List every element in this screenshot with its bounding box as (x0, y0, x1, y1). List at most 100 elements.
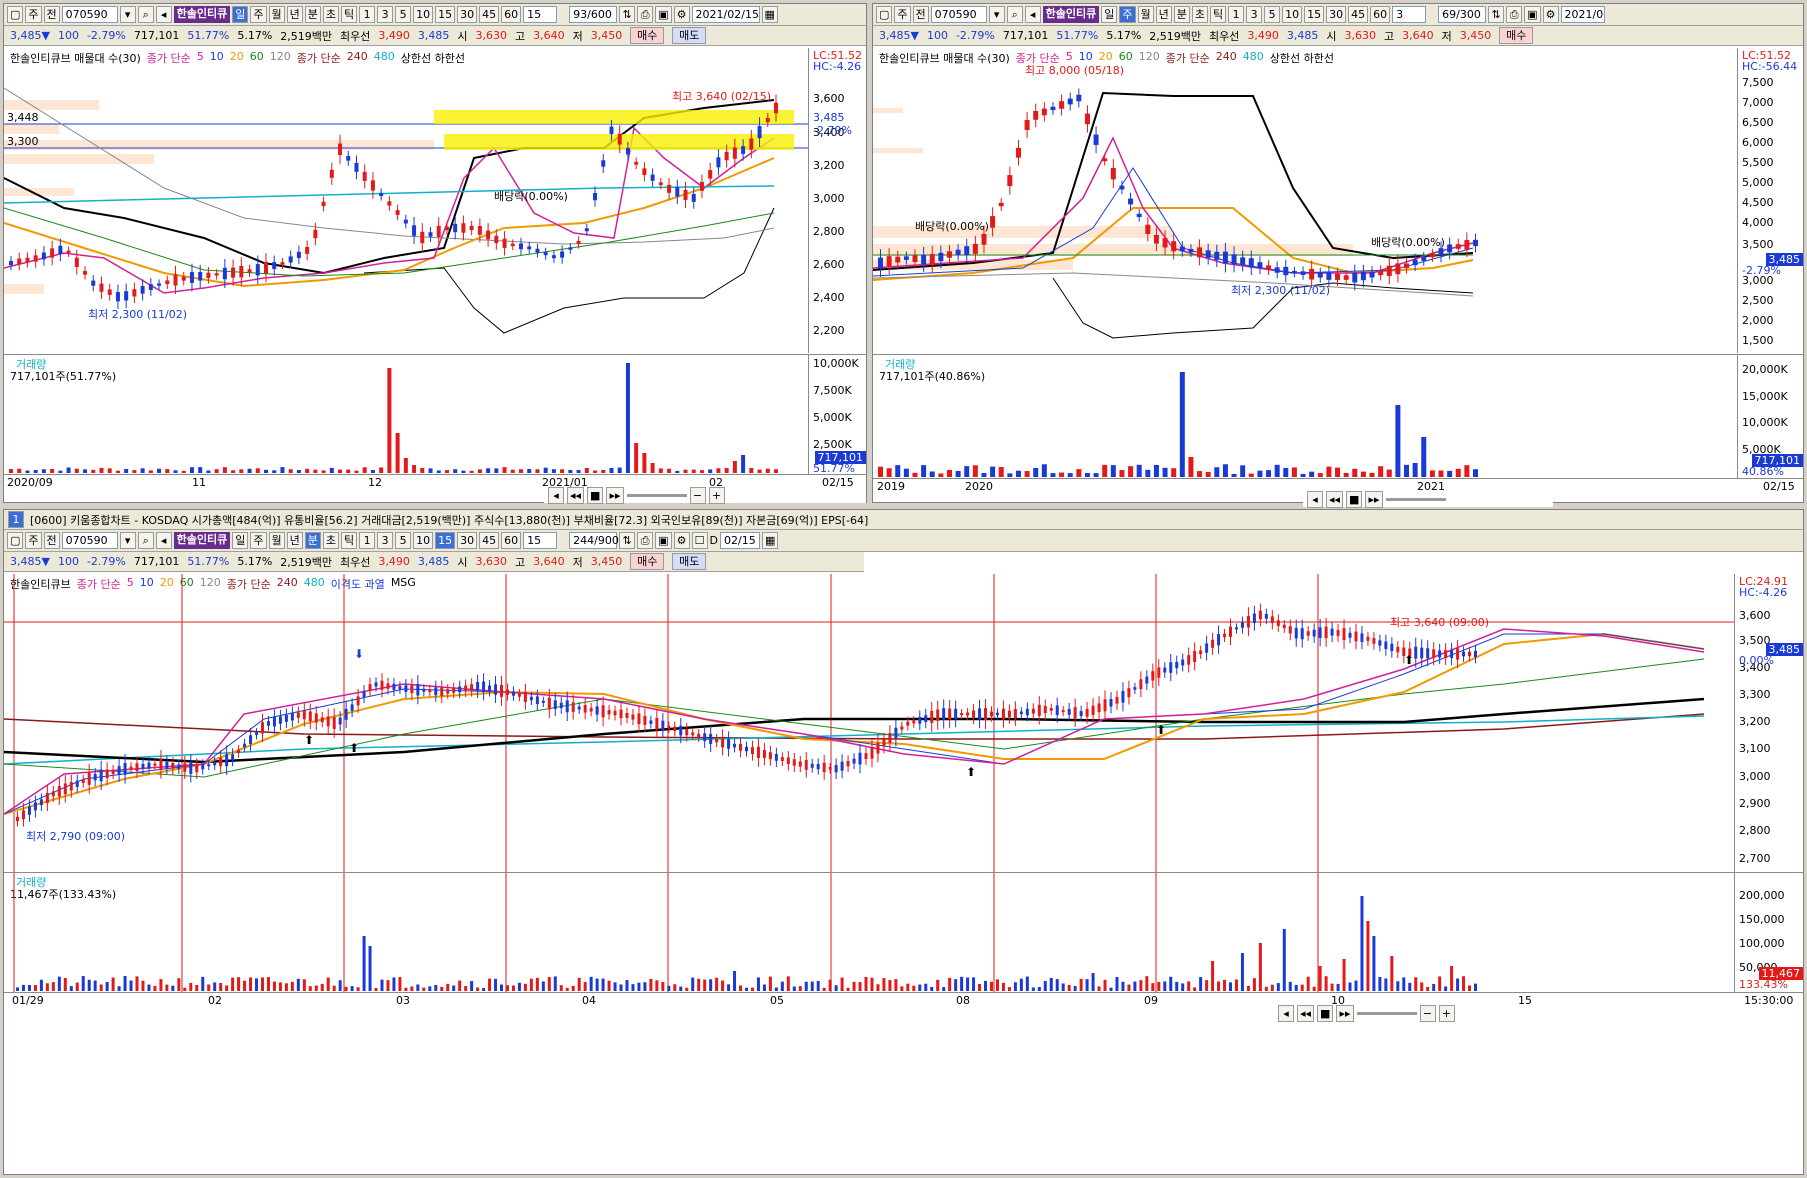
volume-plot[interactable]: 거래량 717,101주(51.77%) (4, 354, 808, 474)
scroll-left-icon[interactable]: ◂ (1307, 491, 1323, 508)
volume-plot[interactable]: 거래량 11,467주(133.43%) (4, 872, 1734, 992)
buy-button[interactable]: 매수 (1499, 27, 1534, 44)
period-week[interactable]: 주 (1119, 6, 1136, 23)
period-year[interactable]: 년 (1155, 6, 1172, 23)
num-60[interactable]: 60 (1370, 6, 1391, 23)
count-input[interactable]: 15 (523, 532, 558, 549)
stock-name[interactable]: 한솔인티큐 (1042, 6, 1100, 23)
stop-icon[interactable]: ■ (1317, 1005, 1334, 1022)
num-3[interactable]: 3 (377, 6, 394, 23)
num-15[interactable]: 15 (435, 532, 456, 549)
scroll-first-icon[interactable]: ◂◂ (567, 487, 585, 504)
dropdown-icon[interactable]: ▾ (988, 6, 1005, 23)
type-select[interactable]: 주 (25, 6, 42, 23)
period-month[interactable]: 월 (1137, 6, 1154, 23)
window-icon[interactable]: ▢ (876, 6, 893, 23)
period-month[interactable]: 월 (268, 532, 285, 549)
period-tick[interactable]: 틱 (341, 6, 358, 23)
print-icon[interactable]: ⎙ (1506, 6, 1523, 23)
stop-icon[interactable]: ■ (587, 487, 604, 504)
window-icon[interactable]: ▢ (7, 532, 24, 549)
d-checkbox[interactable]: ☐ (691, 532, 708, 549)
num-30[interactable]: 30 (1326, 6, 1347, 23)
period-day[interactable]: 일 (1101, 6, 1118, 23)
window-icon[interactable]: 1 (8, 511, 24, 528)
period-minute[interactable]: 분 (304, 6, 321, 23)
chart-tool-icon[interactable]: ⇅ (619, 6, 636, 23)
num-60[interactable]: 60 (501, 532, 522, 549)
scroll-controls[interactable]: ◂ ◂◂ ■ ▸▸ − + (544, 487, 866, 504)
plus-icon[interactable]: + (1438, 1005, 1455, 1022)
stop-icon[interactable]: ■ (1346, 491, 1363, 508)
chart-tool-icon[interactable]: ⇅ (619, 532, 636, 549)
code-input[interactable]: 070590 (930, 6, 987, 23)
range-input[interactable]: 244/900 (569, 532, 619, 549)
save-icon[interactable]: ▣ (655, 532, 672, 549)
period-day[interactable]: 일 (232, 532, 249, 549)
range-input[interactable]: 69/300 (1438, 6, 1487, 23)
chart-tool-icon[interactable]: ⇅ (1488, 6, 1505, 23)
count-input[interactable]: 3 (1392, 6, 1427, 23)
scroll-controls[interactable]: ◂ ◂◂ ■ ▸▸ − + (1274, 1005, 1654, 1022)
date-input[interactable]: 02/15 (720, 532, 761, 549)
minus-icon[interactable]: − (1419, 1005, 1436, 1022)
save-icon[interactable]: ▣ (655, 6, 672, 23)
dropdown-icon[interactable]: ▾ (119, 6, 136, 23)
jeon-button[interactable]: 전 (43, 6, 60, 23)
search-icon[interactable]: ⌕ (1006, 6, 1023, 23)
num-10[interactable]: 10 (1282, 6, 1303, 23)
num-5[interactable]: 5 (395, 532, 412, 549)
period-week[interactable]: 주 (250, 532, 267, 549)
num-15[interactable]: 15 (435, 6, 456, 23)
period-year[interactable]: 년 (286, 6, 303, 23)
scroll-controls[interactable]: ◂ ◂◂ ■ ▸▸ (1303, 491, 1553, 508)
num-30[interactable]: 30 (457, 6, 478, 23)
search-icon[interactable]: ⌕ (137, 6, 154, 23)
period-day[interactable]: 일 (232, 6, 249, 23)
stock-name[interactable]: 한솔인티큐 (173, 532, 231, 549)
search-icon[interactable]: ⌕ (137, 532, 154, 549)
period-second[interactable]: 초 (322, 532, 340, 549)
num-3[interactable]: 3 (377, 532, 394, 549)
save-icon[interactable]: ▣ (1524, 6, 1541, 23)
gear-icon[interactable]: ⚙ (673, 532, 690, 549)
window-icon[interactable]: ▢ (7, 6, 24, 23)
date-input[interactable]: 2021/0 (1560, 6, 1605, 23)
num-45[interactable]: 45 (479, 6, 500, 23)
scroll-next-icon[interactable]: ▸▸ (1365, 491, 1383, 508)
zoom-slider[interactable] (1356, 1012, 1417, 1015)
zoom-slider[interactable] (626, 494, 687, 497)
sell-button[interactable]: 매도 (672, 27, 707, 44)
num-15[interactable]: 15 (1304, 6, 1325, 23)
jeon-button[interactable]: 전 (912, 6, 929, 23)
price-plot[interactable]: 한솔인티큐브 종가 단순 5 10 20 60 120 종가 단순 240 48… (4, 574, 1734, 872)
code-input[interactable]: 070590 (61, 532, 118, 549)
stock-name[interactable]: 한솔인티큐 (173, 6, 231, 23)
num-45[interactable]: 45 (479, 532, 500, 549)
gear-icon[interactable]: ⚙ (673, 6, 690, 23)
num-3[interactable]: 3 (1246, 6, 1263, 23)
range-input[interactable]: 93/600 (569, 6, 618, 23)
num-1[interactable]: 1 (1228, 6, 1245, 23)
num-10[interactable]: 10 (413, 6, 434, 23)
period-second[interactable]: 초 (322, 6, 340, 23)
period-tick[interactable]: 틱 (1210, 6, 1227, 23)
dropdown-icon[interactable]: ▾ (119, 532, 136, 549)
plus-icon[interactable]: + (708, 487, 725, 504)
scroll-first-icon[interactable]: ◂◂ (1297, 1005, 1315, 1022)
num-10[interactable]: 10 (413, 532, 434, 549)
type-select[interactable]: 주 (25, 532, 42, 549)
speaker-icon[interactable]: ◂ (1024, 6, 1041, 23)
price-plot[interactable]: 한솔인티큐브 매물대 수(30) 종가 단순 5 10 20 60 120 종가… (4, 48, 808, 353)
print-icon[interactable]: ⎙ (637, 6, 654, 23)
count-input[interactable]: 15 (523, 6, 558, 23)
buy-button[interactable]: 매수 (630, 27, 665, 44)
buy-button[interactable]: 매수 (630, 553, 665, 570)
period-month[interactable]: 월 (268, 6, 285, 23)
period-week[interactable]: 주 (250, 6, 267, 23)
code-input[interactable]: 070590 (61, 6, 118, 23)
period-tick[interactable]: 틱 (341, 532, 358, 549)
speaker-icon[interactable]: ◂ (155, 532, 172, 549)
scroll-next-icon[interactable]: ▸▸ (1336, 1005, 1354, 1022)
type-select[interactable]: 주 (894, 6, 911, 23)
